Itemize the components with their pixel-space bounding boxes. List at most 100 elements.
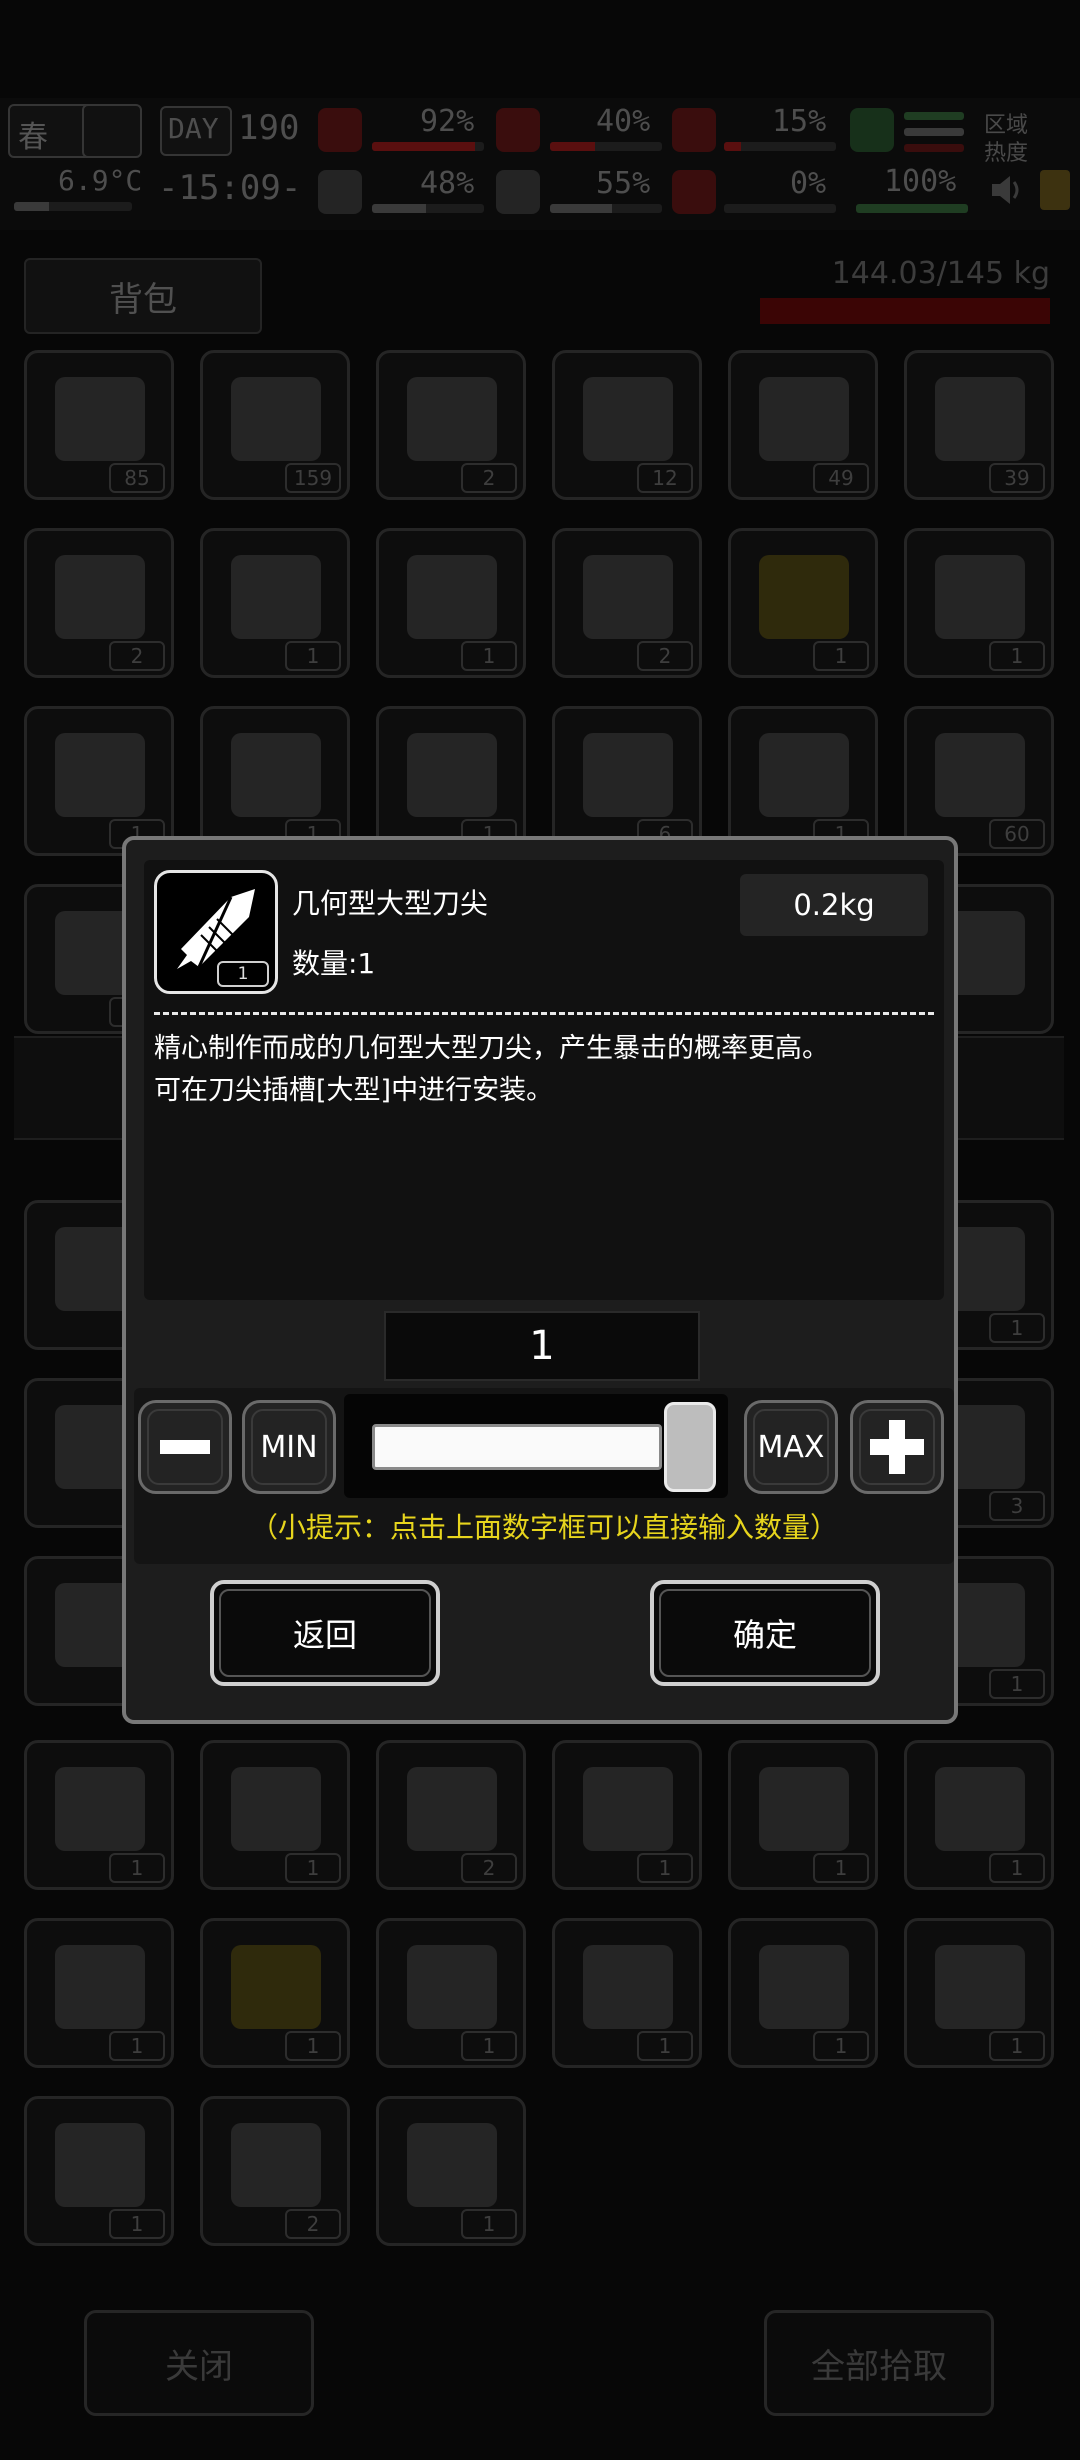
slot-quantity: 1 — [989, 641, 1045, 671]
inventory-slot[interactable]: 85 — [24, 350, 174, 500]
speaker-icon[interactable] — [988, 170, 1024, 210]
inventory-slot[interactable]: 1 — [904, 1740, 1054, 1890]
max-button-label: MAX — [757, 1429, 825, 1465]
slider-knob[interactable] — [664, 1402, 716, 1492]
health-value: 92% — [420, 104, 475, 139]
slot-quantity: 1 — [461, 2031, 517, 2061]
inventory-slot[interactable]: 1 — [200, 1740, 350, 1890]
inventory-slot[interactable]: 1 — [728, 706, 878, 856]
decrease-button[interactable] — [138, 1400, 232, 1494]
back-button[interactable]: 返回 — [210, 1580, 440, 1686]
slot-quantity: 159 — [285, 463, 341, 493]
slot-quantity: 1 — [285, 2031, 341, 2061]
slot-quantity: 2 — [285, 2209, 341, 2239]
inventory-slot[interactable]: 2 — [376, 350, 526, 500]
day-badge: DAY — [160, 106, 232, 156]
input-hint: （小提示：点击上面数字框可以直接输入数量） — [249, 1511, 838, 1544]
day-label: DAY — [168, 112, 219, 145]
inventory-slot[interactable]: 60 — [904, 706, 1054, 856]
slot-quantity: 60 — [989, 819, 1045, 849]
inventory-slot[interactable]: 2 — [200, 2096, 350, 2246]
slot-quantity: 1 — [285, 1853, 341, 1883]
inventory-slot[interactable]: 1 — [728, 528, 878, 678]
inventory-slot[interactable]: 39 — [904, 350, 1054, 500]
dashed-divider — [154, 1012, 934, 1015]
radiation-stripe-3 — [904, 144, 964, 152]
slot-quantity: 1 — [461, 2209, 517, 2239]
cloth-icon — [55, 377, 145, 461]
slot-quantity: 1 — [637, 1853, 693, 1883]
inventory-slot[interactable]: 1 — [552, 1740, 702, 1890]
inventory-slot[interactable]: 1 — [200, 528, 350, 678]
clock: -15:09- — [158, 168, 302, 208]
inventory-slot[interactable]: 2 — [376, 1740, 526, 1890]
item-name: 几何型大型刀尖 — [292, 887, 489, 920]
zone-heat-label: 区域热度 — [984, 113, 1029, 166]
quantity-input[interactable]: 1 — [384, 1311, 700, 1381]
backpack-tab[interactable]: 背包 — [24, 258, 262, 334]
heart-bar — [724, 204, 836, 213]
item-slot: 1 — [154, 870, 278, 994]
gas-mask-icon — [935, 1767, 1025, 1851]
inventory-slot[interactable]: 1 — [904, 528, 1054, 678]
inventory-slot[interactable]: 1 — [376, 2096, 526, 2246]
increase-button-inner — [859, 1409, 935, 1485]
slot-quantity: 2 — [637, 641, 693, 671]
thirst-value: 55% — [596, 166, 651, 201]
inventory-slot[interactable]: 1 — [24, 1918, 174, 2068]
tool-icon — [583, 555, 673, 639]
inventory-slot[interactable]: 1 — [728, 1918, 878, 2068]
increase-button[interactable] — [850, 1400, 944, 1494]
inventory-slot[interactable]: 2 — [24, 528, 174, 678]
confirm-button[interactable]: 确定 — [650, 1580, 880, 1686]
back-button-label: 返回 — [292, 1616, 357, 1654]
inventory-slot[interactable]: 1 — [376, 528, 526, 678]
inventory-slot[interactable]: 1 — [24, 706, 174, 856]
take-all-button-label: 全部拾取 — [811, 2346, 947, 2387]
inventory-slot[interactable]: 1 — [376, 706, 526, 856]
decrease-button-inner — [147, 1409, 223, 1485]
knife-icon — [231, 733, 321, 817]
max-button[interactable]: MAX — [744, 1400, 838, 1494]
blade-icon — [583, 1767, 673, 1851]
hunger-bar — [550, 142, 662, 151]
slot-quantity: 1 — [637, 2031, 693, 2061]
slot-quantity: 2 — [461, 463, 517, 493]
take-all-button[interactable]: 全部拾取 — [764, 2310, 994, 2416]
quantity-slider[interactable] — [344, 1394, 728, 1498]
inventory-slot[interactable]: 6 — [552, 706, 702, 856]
day-number: 190 — [238, 108, 300, 148]
bandage-icon — [55, 1945, 145, 2029]
inventory-slot[interactable]: 49 — [728, 350, 878, 500]
inventory-slot[interactable]: 1 — [24, 2096, 174, 2246]
item-count: 数量:1 — [292, 947, 376, 980]
inventory-slot[interactable]: 12 — [552, 350, 702, 500]
inventory-slot[interactable]: 1 — [200, 1918, 350, 2068]
quantity-dialog: 1 几何型大型刀尖 数量:1 0.2kg 精心制作而成的几何型大型刀尖，产生暴击… — [122, 836, 958, 1724]
slider-track — [372, 1424, 662, 1470]
inventory-slot[interactable]: 1 — [200, 706, 350, 856]
cloth-icon — [407, 377, 497, 461]
slot-quantity: 1 — [109, 1853, 165, 1883]
slot-quantity: 49 — [813, 463, 869, 493]
close-button[interactable]: 关闭 — [84, 2310, 314, 2416]
cloud-icon — [82, 104, 142, 158]
radiation-value: 100% — [884, 164, 957, 199]
inventory-slot[interactable]: 1 — [24, 1740, 174, 1890]
inventory-slot[interactable]: 1 — [552, 1918, 702, 2068]
item-description-line: 可在刀尖插槽[大型]中进行安装。 — [154, 1075, 554, 1106]
radiation-stripe-2 — [904, 128, 964, 136]
slot-quantity: 1 — [989, 1669, 1045, 1699]
inventory-slot[interactable]: 159 — [200, 350, 350, 500]
ingot-icon — [231, 2123, 321, 2207]
slot-quantity: 1 — [461, 641, 517, 671]
radiation-icon — [850, 108, 894, 152]
min-button[interactable]: MIN — [242, 1400, 336, 1494]
slot-quantity: 1 — [813, 641, 869, 671]
inventory-slot[interactable]: 1 — [728, 1740, 878, 1890]
inventory-slot[interactable]: 1 — [376, 1918, 526, 2068]
item-slot-qty: 1 — [217, 961, 269, 987]
inventory-slot[interactable]: 2 — [552, 528, 702, 678]
inventory-slot[interactable]: 1 — [904, 1918, 1054, 2068]
bag-icon — [407, 555, 497, 639]
